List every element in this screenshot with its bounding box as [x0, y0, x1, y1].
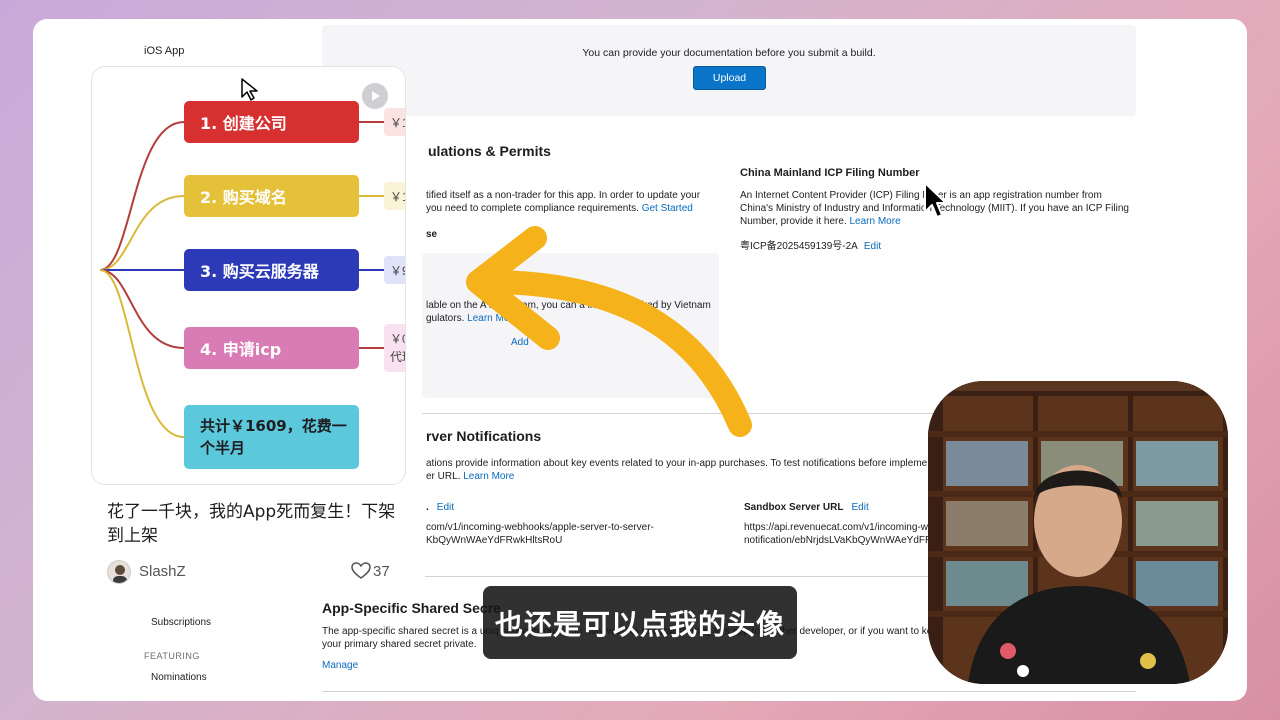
sn-desc-line2: er URL.	[426, 471, 461, 482]
production-edit-link[interactable]: Edit	[437, 502, 454, 513]
icp-number: 粤ICP备2025459139号-2A	[740, 241, 858, 252]
presenter-video-frame	[928, 381, 1228, 684]
mindmap-node-1: 1. 创建公司	[184, 101, 359, 143]
sandbox-url-line2: notification/ebNrjdsLVaKbQyWnWAeYdFR	[744, 535, 933, 546]
mindmap-price-4: ￥0 代理	[384, 324, 405, 372]
divider	[322, 691, 1136, 692]
sandbox-label-text: Sandbox Server URL	[744, 502, 844, 513]
sandbox-edit-link[interactable]: Edit	[851, 502, 868, 513]
mindmap-price-3: ￥9	[384, 256, 405, 284]
mindmap-node-2: 2. 购买域名	[184, 175, 359, 217]
icp-learn-more-link[interactable]: Learn More	[850, 216, 901, 227]
heart-icon[interactable]	[351, 562, 371, 580]
like-count: 37	[373, 563, 390, 580]
production-label-text: .	[426, 502, 429, 513]
mindmap-node-total: 共计￥1609，花费一个半月	[184, 405, 359, 469]
mindmap-node-3: 3. 购买云服务器	[184, 249, 359, 291]
sidebar-item-subscriptions[interactable]: Subscriptions	[151, 617, 211, 628]
production-url-value: com/v1/incoming-webhooks/apple-server-to…	[426, 522, 654, 546]
note-title[interactable]: 花了一千块，我的App死而复生！下架到上架	[107, 500, 397, 548]
note-card[interactable]: 1. 创建公司 ￥1 2. 购买域名 ￥1 3. 购买云服务器 ￥9 4. 申请…	[91, 66, 406, 485]
trader-status-text: tified itself as a non-trader for this a…	[426, 189, 716, 215]
production-url-label: . Edit	[426, 502, 454, 513]
play-icon[interactable]	[362, 83, 388, 109]
icp-title: China Mainland ICP Filing Number	[740, 167, 920, 179]
author-name[interactable]: SlashZ	[139, 563, 186, 580]
server-notifications-description: ations provide information about key eve…	[426, 457, 946, 483]
video-subtitle: 也还是可以点我的头像	[483, 586, 797, 659]
icp-edit-link[interactable]: Edit	[864, 241, 881, 252]
vietnam-license-panel: lable on the A in Vietnam, you can a lic…	[422, 253, 719, 398]
mindmap-price-2: ￥1	[384, 182, 405, 210]
cursor-icon	[241, 78, 258, 101]
mindmap-node-4: 4. 申请icp	[184, 327, 359, 369]
regulations-heading: ulations & Permits	[428, 143, 551, 159]
sidebar-app-label: iOS App	[144, 45, 185, 57]
vn-add-link[interactable]: Add	[511, 337, 529, 348]
vn-learn-more-link[interactable]: Learn More	[467, 313, 518, 324]
sandbox-url-label: Sandbox Server URL Edit	[744, 502, 869, 513]
documentation-text: You can provide your documentation befor…	[582, 47, 876, 59]
icp-value: 粤ICP备2025459139号-2A Edit	[740, 237, 881, 252]
shared-secret-heading: App-Specific Shared Secre	[322, 600, 501, 616]
get-started-link[interactable]: Get Started	[642, 203, 693, 214]
sn-desc-line1: ations provide information about key eve…	[426, 458, 928, 469]
mindmap-price-1: ￥1	[384, 108, 405, 136]
manage-link[interactable]: Manage	[322, 660, 358, 671]
sn-learn-more-link[interactable]: Learn More	[463, 471, 514, 482]
sandbox-url-line1: https://api.revenuecat.com/v1/incoming-w	[744, 522, 928, 533]
sidebar-item-nominations[interactable]: Nominations	[151, 672, 207, 683]
upload-button[interactable]: Upload	[693, 66, 766, 90]
sidebar-section-featuring: FEATURING	[144, 651, 200, 661]
cursor-icon	[924, 182, 947, 218]
presenter-webcam	[928, 381, 1228, 684]
vietnam-license-text: lable on the A in Vietnam, you can a lic…	[426, 299, 716, 325]
server-notifications-heading: rver Notifications	[426, 428, 542, 444]
author-avatar[interactable]	[107, 560, 131, 584]
sandbox-url-value: https://api.revenuecat.com/v1/incoming-w…	[744, 521, 934, 547]
license-section-label: se	[426, 229, 438, 240]
